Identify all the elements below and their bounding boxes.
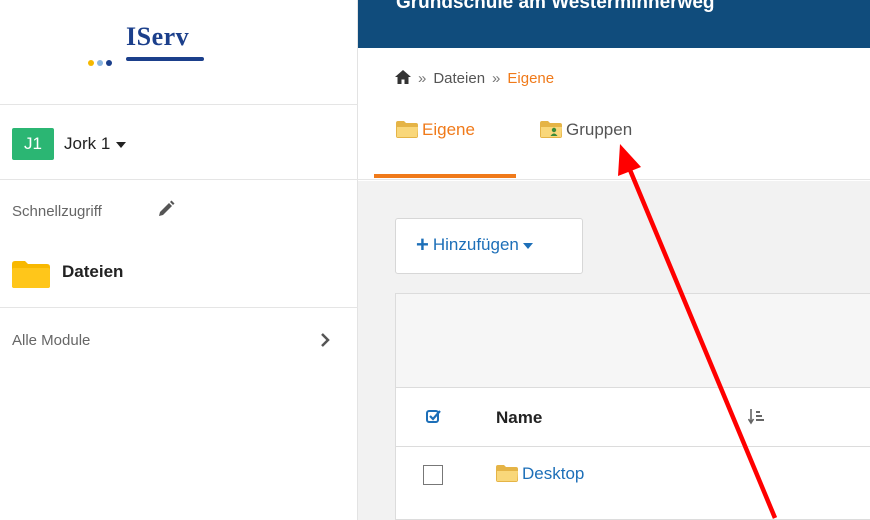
iserv-logo[interactable]: IServ <box>88 22 208 66</box>
user-menu[interactable]: J1 Jork 1 <box>0 106 358 180</box>
sidebar-item-files[interactable]: Dateien <box>0 244 358 308</box>
row-name: Desktop <box>522 464 585 483</box>
tab-own[interactable]: Eigene <box>374 108 516 178</box>
breadcrumb-separator: » <box>492 70 501 87</box>
folder-icon <box>12 261 50 288</box>
caret-down-icon <box>116 141 127 148</box>
top-header: Grundschule am Westerminnerweg <box>358 0 870 48</box>
school-name: Grundschule am Westerminnerweg <box>396 0 715 13</box>
chevron-right-icon <box>321 333 330 347</box>
file-table: Name Desktop <box>395 293 870 520</box>
table-row[interactable]: Desktop <box>396 448 870 504</box>
tab-bar: Eigene Gruppen <box>358 108 870 180</box>
quick-access-label: Schnellzugriff <box>12 203 102 220</box>
avatar: J1 <box>12 128 54 160</box>
row-name-link[interactable]: Desktop <box>496 464 584 484</box>
group-folder-icon <box>540 121 562 138</box>
sidebar: IServ J1 Jork 1 Schnellzugriff Dateien A… <box>0 0 358 520</box>
logo-area: IServ <box>0 0 358 105</box>
logo-dots <box>88 53 115 66</box>
checkbox-icon[interactable] <box>426 409 441 424</box>
sidebar-item-label: Dateien <box>62 262 124 281</box>
pencil-icon[interactable] <box>156 199 176 219</box>
table-toolbar <box>396 294 870 388</box>
row-checkbox[interactable] <box>423 465 443 485</box>
breadcrumb: » Dateien » Eigene <box>395 70 554 87</box>
user-menu-toggle[interactable]: Jork 1 <box>64 134 127 154</box>
add-button-label: Hinzufügen <box>432 235 519 254</box>
table-header: Name <box>396 389 870 447</box>
logo-text: IServ <box>126 22 190 51</box>
breadcrumb-item-files[interactable]: Dateien <box>433 70 485 87</box>
all-modules-label: Alle Module <box>12 332 91 349</box>
breadcrumb-separator: » <box>418 70 427 87</box>
folder-icon <box>396 121 418 138</box>
tab-own-label: Eigene <box>422 120 475 139</box>
tab-groups-label: Gruppen <box>566 120 633 139</box>
user-name: Jork 1 <box>64 134 111 153</box>
sidebar-item-all-modules[interactable]: Alle Module <box>0 309 358 369</box>
logo-underline <box>126 57 204 61</box>
home-icon[interactable] <box>395 70 411 84</box>
column-header-name[interactable]: Name <box>496 408 542 428</box>
add-button[interactable]: + Hinzufügen <box>395 218 583 274</box>
sort-icon[interactable] <box>748 408 764 426</box>
plus-icon: + <box>416 232 429 257</box>
breadcrumb-current: Eigene <box>507 70 555 87</box>
caret-down-icon <box>522 242 533 249</box>
folder-icon <box>496 465 518 482</box>
